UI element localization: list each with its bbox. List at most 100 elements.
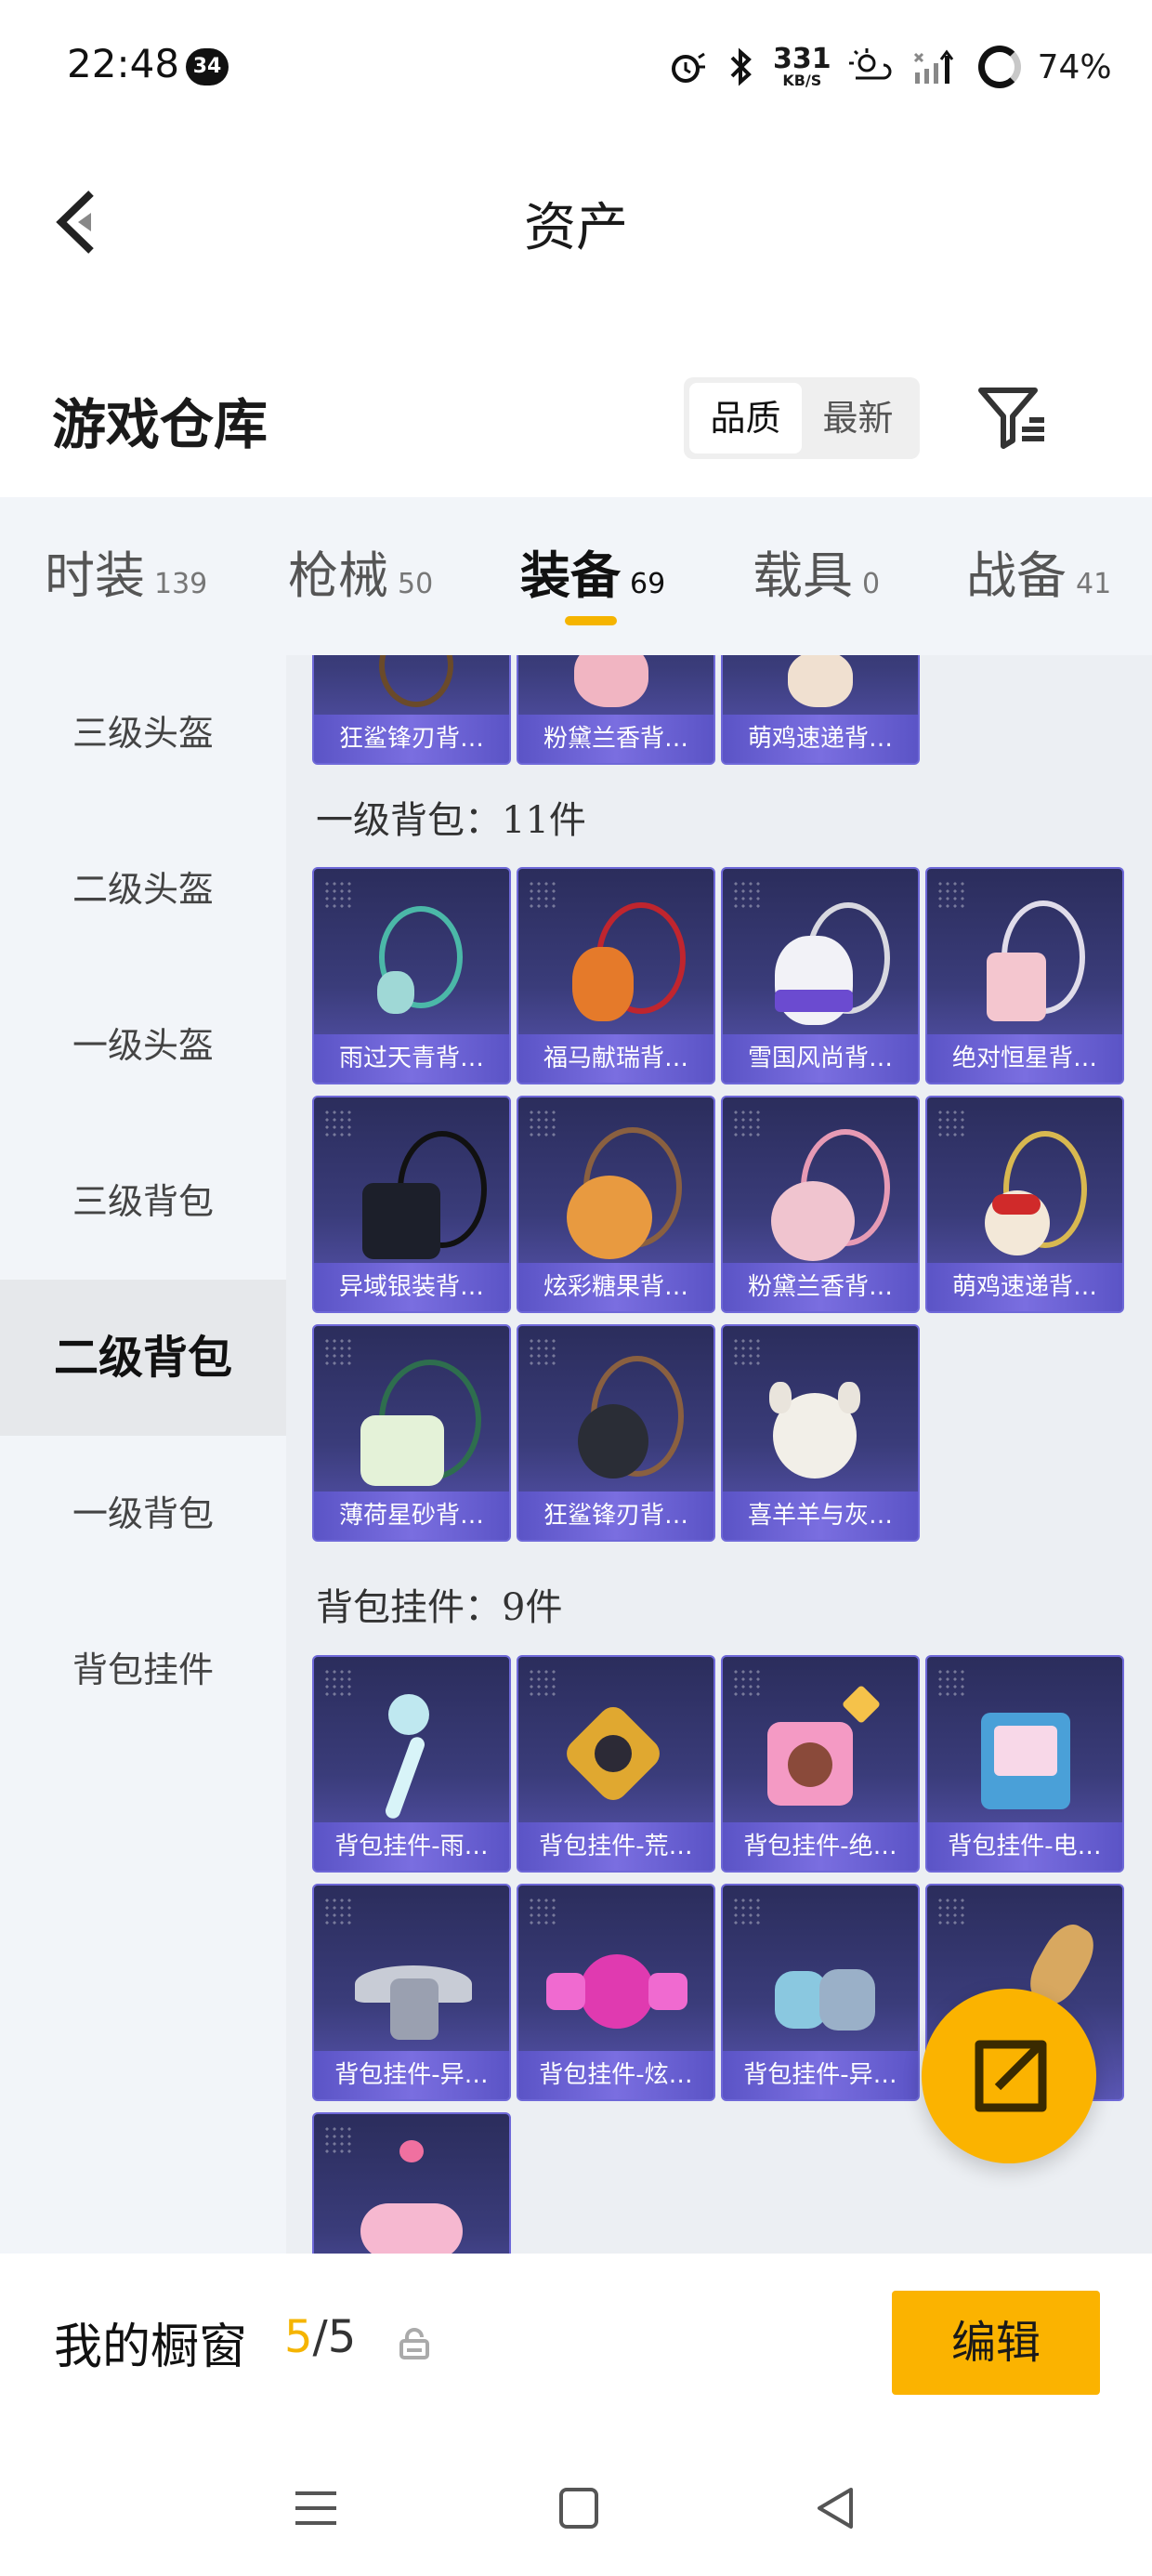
showcase-count-separator: / xyxy=(312,2311,328,2363)
sidebar: 三级头盔 二级头盔 一级头盔 三级背包 二级背包 一级背包 背包挂件 xyxy=(0,655,286,2254)
tab-equipment[interactable]: 装备 69 xyxy=(520,534,665,608)
item-card[interactable]: 狂鲨锋刃背… xyxy=(517,1324,715,1542)
item-card[interactable]: 背包挂件-异… xyxy=(721,1884,920,2101)
nav-bar: 资产 xyxy=(0,139,1152,297)
menu-button[interactable] xyxy=(288,2480,344,2536)
item-card[interactable]: 福马献瑞背… xyxy=(517,867,715,1084)
sort-quality[interactable]: 品质 xyxy=(689,383,802,453)
item-label: 炫彩糖果背… xyxy=(518,1263,713,1311)
item-card[interactable]: 背包挂件-荒… xyxy=(517,1655,715,1873)
item-card[interactable]: 背包挂件-绝… xyxy=(721,1655,920,1873)
item-label: 粉黛兰香背… xyxy=(723,1263,918,1311)
showcase-bar: 我的橱窗 5/5 编辑 xyxy=(0,2254,1152,2439)
tab-count: 69 xyxy=(630,568,666,600)
sidebar-item-backpack-charm[interactable]: 背包挂件 xyxy=(0,1592,286,1748)
item-card[interactable]: 喜羊羊与灰… xyxy=(721,1324,920,1542)
share-fab[interactable] xyxy=(922,1989,1096,2163)
sidebar-item-backpack-1[interactable]: 一级背包 xyxy=(0,1436,286,1592)
notification-badge: 34 xyxy=(186,48,229,85)
network-speed: 331 KB/S xyxy=(773,46,831,88)
sidebar-item-helmet-1[interactable]: 一级头盔 xyxy=(0,967,286,1124)
tab-count: 41 xyxy=(1076,568,1112,600)
item-label: 背包挂件-雨… xyxy=(314,1822,509,1871)
item-label: 萌鸡速递背… xyxy=(927,1263,1122,1311)
item-card[interactable]: 粉黛兰香背… xyxy=(721,1096,920,1313)
tab-count: 139 xyxy=(154,568,208,600)
status-time: 22:48 xyxy=(67,41,180,86)
item-card[interactable]: 薄荷星砂背… xyxy=(312,1324,511,1542)
showcase-count-total: 5 xyxy=(327,2311,357,2363)
tab-label: 装备 xyxy=(520,545,621,605)
section-title: 背包挂件：9件 xyxy=(316,1586,563,1629)
sidebar-item-helmet-3[interactable]: 三级头盔 xyxy=(0,655,286,811)
sidebar-item-helmet-2[interactable]: 二级头盔 xyxy=(0,811,286,967)
item-card[interactable]: 雨过天青背… xyxy=(312,867,511,1084)
tab-battle-gear[interactable]: 战备 41 xyxy=(966,534,1111,608)
battery-text: 74% xyxy=(1037,47,1112,86)
item-card[interactable]: 背包挂件-电… xyxy=(925,1655,1124,1873)
sidebar-item-backpack-2[interactable]: 二级背包 xyxy=(0,1280,286,1436)
signal-icon xyxy=(911,46,962,87)
item-label: 粉黛兰香背… xyxy=(518,715,713,763)
back-icon xyxy=(818,2488,853,2529)
tab-label: 枪械 xyxy=(288,546,388,605)
item-card[interactable]: 雪国风尚背… xyxy=(721,867,920,1084)
status-bar: 22:48 34 331 KB/S 74% xyxy=(0,0,1152,139)
edit-button[interactable]: 编辑 xyxy=(892,2291,1100,2395)
status-icons: 331 KB/S 74% xyxy=(667,41,1112,93)
tab-label: 载具 xyxy=(753,546,853,605)
item-card[interactable] xyxy=(312,2112,511,2254)
item-label: 萌鸡速递背… xyxy=(723,715,918,763)
system-nav-bar xyxy=(0,2439,1152,2576)
section-title: 一级背包：11件 xyxy=(316,799,586,842)
battery-icon xyxy=(977,46,1021,88)
menu-icon xyxy=(295,2491,336,2525)
tab-count: 50 xyxy=(398,568,434,600)
item-label: 异域银装背… xyxy=(314,1263,509,1311)
item-card[interactable]: 炫彩糖果背… xyxy=(517,1096,715,1313)
home-icon xyxy=(559,2488,598,2529)
warehouse-title: 游戏仓库 xyxy=(52,393,268,456)
item-label: 背包挂件-荒… xyxy=(518,1822,713,1871)
item-label: 背包挂件-异… xyxy=(314,2051,509,2099)
page-title: 资产 xyxy=(524,198,628,258)
item-card[interactable]: 异域银装背… xyxy=(312,1096,511,1313)
weather-icon xyxy=(848,46,895,87)
sort-newest[interactable]: 最新 xyxy=(802,383,914,453)
item-label: 雨过天青背… xyxy=(314,1034,509,1083)
bluetooth-icon xyxy=(725,46,756,87)
item-label: 福马献瑞背… xyxy=(518,1034,713,1083)
item-label: 背包挂件-炫… xyxy=(518,2051,713,2099)
speed-unit: KB/S xyxy=(782,72,822,89)
filter-button[interactable] xyxy=(977,385,1050,452)
home-button[interactable] xyxy=(550,2480,606,2536)
item-label: 狂鲨锋刃背… xyxy=(518,1492,713,1540)
item-card[interactable]: 萌鸡速递背… xyxy=(925,1096,1124,1313)
item-card[interactable]: 背包挂件-炫… xyxy=(517,1884,715,2101)
active-tab-indicator xyxy=(565,616,617,625)
tab-vehicles[interactable]: 载具 0 xyxy=(753,534,880,608)
lock-icon xyxy=(399,2328,429,2359)
item-card[interactable]: 背包挂件-异… xyxy=(312,1884,511,2101)
item-card[interactable]: 狂鲨锋刃背… xyxy=(312,655,511,765)
tab-label: 战备 xyxy=(966,546,1067,605)
showcase-count: 5/5 xyxy=(284,2311,356,2363)
item-label: 背包挂件-异… xyxy=(723,2051,918,2099)
item-card[interactable]: 粉黛兰香背… xyxy=(517,655,715,765)
tab-firearms[interactable]: 枪械 50 xyxy=(288,534,433,608)
item-label: 背包挂件-电… xyxy=(927,1822,1122,1871)
tab-label: 时装 xyxy=(45,546,145,605)
showcase-label: 我的橱窗 xyxy=(54,2320,248,2375)
category-tabs: 时装 139 枪械 50 装备 69 载具 0 战备 41 xyxy=(0,497,1152,655)
sidebar-item-backpack-3[interactable]: 三级背包 xyxy=(0,1124,286,1280)
warehouse-header: 游戏仓库 品质 最新 xyxy=(0,353,1152,474)
alarm-icon xyxy=(667,46,708,87)
tab-fashion[interactable]: 时装 139 xyxy=(45,534,207,608)
item-card[interactable]: 萌鸡速递背… xyxy=(721,655,920,765)
item-label: 狂鲨锋刃背… xyxy=(314,715,509,763)
item-card[interactable]: 绝对恒星背… xyxy=(925,867,1124,1084)
share-external-icon xyxy=(975,2040,1047,2112)
item-card[interactable]: 背包挂件-雨… xyxy=(312,1655,511,1873)
item-label: 薄荷星砂背… xyxy=(314,1492,509,1540)
system-back-button[interactable] xyxy=(808,2480,864,2536)
